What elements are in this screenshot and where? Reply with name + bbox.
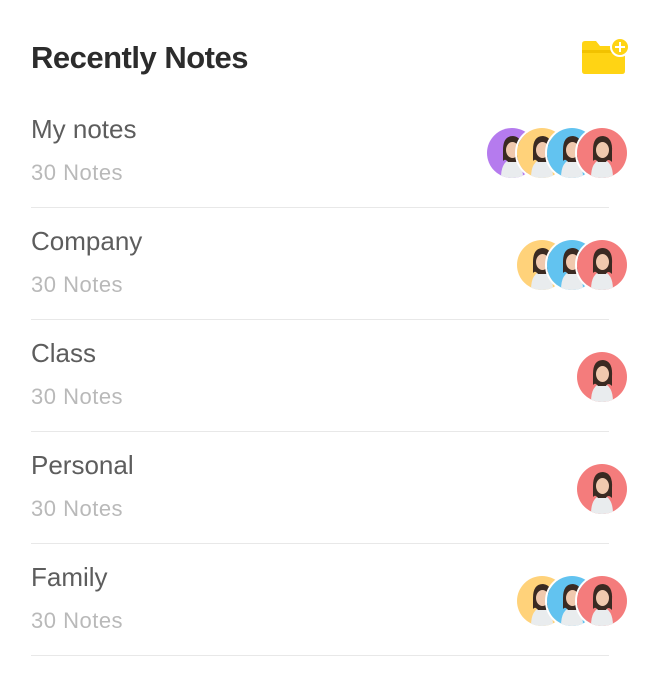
avatar — [575, 462, 629, 516]
note-row-family[interactable]: Family 30 Notes — [31, 544, 629, 656]
note-count: 30 Notes — [31, 272, 124, 297]
avatar — [575, 350, 629, 404]
header: Recently Notes — [31, 37, 630, 82]
avatar — [575, 126, 629, 180]
avatar — [575, 238, 629, 292]
note-count: 30 Notes — [31, 160, 124, 185]
avatar — [575, 574, 629, 628]
member-avatars — [575, 350, 629, 404]
note-count: 30 Notes — [31, 608, 124, 633]
page-title: Recently Notes — [31, 40, 248, 75]
note-title: Personal — [31, 450, 134, 480]
note-row-company[interactable]: Company 30 Notes — [31, 208, 629, 320]
member-avatars — [515, 238, 629, 292]
note-title: My notes — [31, 114, 137, 144]
note-row-personal[interactable]: Personal 30 Notes — [31, 432, 629, 544]
member-avatars — [575, 462, 629, 516]
note-row-class[interactable]: Class 30 Notes — [31, 320, 629, 432]
add-folder-button[interactable] — [582, 37, 630, 76]
note-title: Company — [31, 226, 143, 256]
note-count: 30 Notes — [31, 384, 124, 409]
note-title: Class — [31, 338, 97, 368]
member-avatars — [485, 126, 629, 180]
note-row-my-notes[interactable]: My notes 30 Notes — [31, 96, 629, 208]
note-count: 30 Notes — [31, 496, 124, 521]
folder-plus-icon — [582, 37, 630, 74]
notes-list: My notes 30 Notes Company 30 Notes Class… — [31, 96, 629, 656]
note-title: Family — [31, 562, 108, 592]
member-avatars — [515, 574, 629, 628]
